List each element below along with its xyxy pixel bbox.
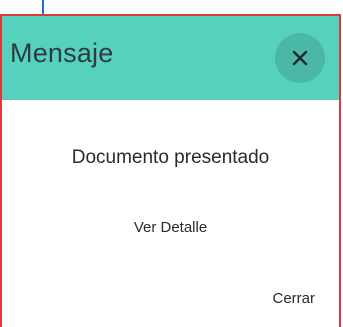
dialog-message: Documento presentado [71, 147, 270, 168]
close-link[interactable]: Cerrar [272, 290, 315, 307]
focus-line [42, 0, 44, 14]
close-button[interactable] [275, 33, 325, 83]
view-detail-link[interactable]: Ver Detalle [2, 219, 339, 236]
close-icon [292, 50, 308, 66]
dialog-header: Mensaje [2, 16, 339, 100]
message-dialog: Mensaje Documento presentado Ver Detalle… [0, 14, 341, 327]
top-strip [0, 0, 343, 15]
dialog-title: Mensaje [10, 38, 114, 68]
